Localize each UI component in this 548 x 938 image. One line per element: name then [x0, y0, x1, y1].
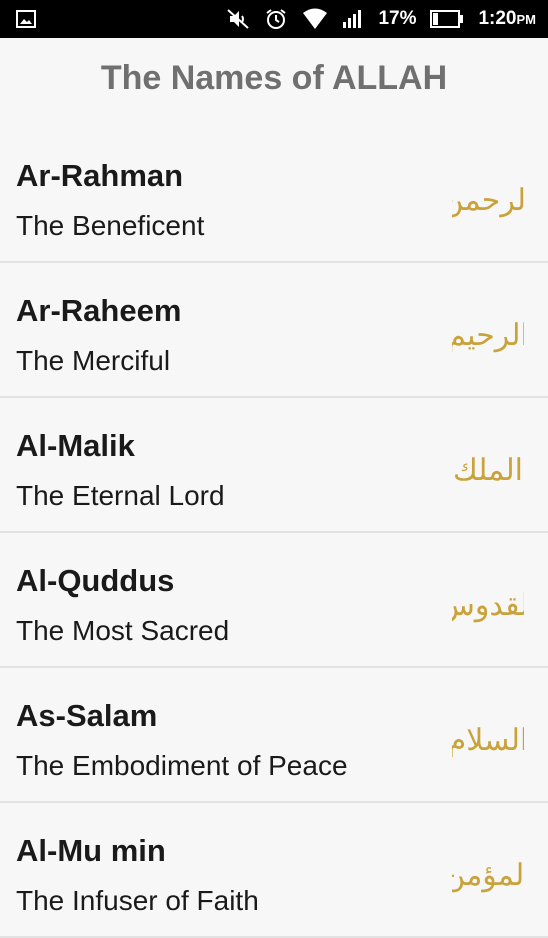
- list-item-meaning: The Eternal Lord: [16, 480, 225, 511]
- names-list: Ar-Rahman The Beneficent الرحمن Ar-Rahee…: [0, 128, 548, 938]
- calligraphy-icon: القدوس: [438, 573, 538, 635]
- list-item-name: Al-Quddus: [16, 563, 175, 598]
- alarm-icon: [264, 7, 288, 31]
- battery-percent: 17%: [378, 8, 417, 29]
- calligraphy-icon: السلام: [448, 708, 529, 770]
- list-item[interactable]: Al-Mu min The Infuser of Faith المؤمن: [0, 803, 548, 938]
- wifi-icon: [302, 8, 328, 30]
- svg-text:المؤمن: المؤمن: [452, 858, 524, 893]
- app-header: The Names of ALLAH: [0, 38, 548, 126]
- list-item-meaning: The Infuser of Faith: [16, 885, 259, 916]
- list-item-name: Ar-Raheem: [16, 293, 182, 328]
- list-item-name: Al-Malik: [16, 428, 135, 463]
- clock: 1:20PM: [478, 8, 536, 29]
- list-item[interactable]: Al-Malik The Eternal Lord الملك: [0, 398, 548, 533]
- battery-icon: [430, 10, 464, 28]
- status-bar: 17% 1:20PM: [0, 0, 548, 38]
- svg-text:الرحمن: الرحمن: [452, 183, 524, 218]
- list-item-name: Al-Mu min: [16, 833, 166, 868]
- list-item-name: As-Salam: [16, 698, 158, 733]
- list-item[interactable]: As-Salam The Embodiment of Peace السلام: [0, 668, 548, 803]
- mute-icon: [226, 7, 250, 31]
- svg-text:الرحيم: الرحيم: [452, 318, 524, 353]
- image-notification-icon: [16, 9, 36, 29]
- signal-icon: [342, 9, 364, 29]
- svg-text:القدوس: القدوس: [452, 588, 524, 623]
- calligraphy-icon: الملك: [452, 438, 524, 500]
- list-item[interactable]: Ar-Rahman The Beneficent الرحمن: [0, 128, 548, 263]
- page-title: The Names of ALLAH: [100, 59, 448, 97]
- calligraphy-icon: الرحيم: [447, 303, 529, 365]
- calligraphy-icon: الرحمن: [442, 168, 535, 230]
- svg-text:الملك: الملك: [453, 453, 523, 488]
- list-item-meaning: The Merciful: [16, 345, 171, 376]
- svg-text:السلام: السلام: [452, 723, 524, 758]
- list-item-meaning: The Embodiment of Peace: [16, 750, 348, 781]
- list-item-name: Ar-Rahman: [16, 158, 184, 193]
- list-item-meaning: The Most Sacred: [16, 615, 230, 646]
- calligraphy-icon: المؤمن: [443, 843, 532, 905]
- list-item-meaning: The Beneficent: [16, 210, 205, 241]
- list-item[interactable]: Ar-Raheem The Merciful الرحيم: [0, 263, 548, 398]
- list-item[interactable]: Al-Quddus The Most Sacred القدوس: [0, 533, 548, 668]
